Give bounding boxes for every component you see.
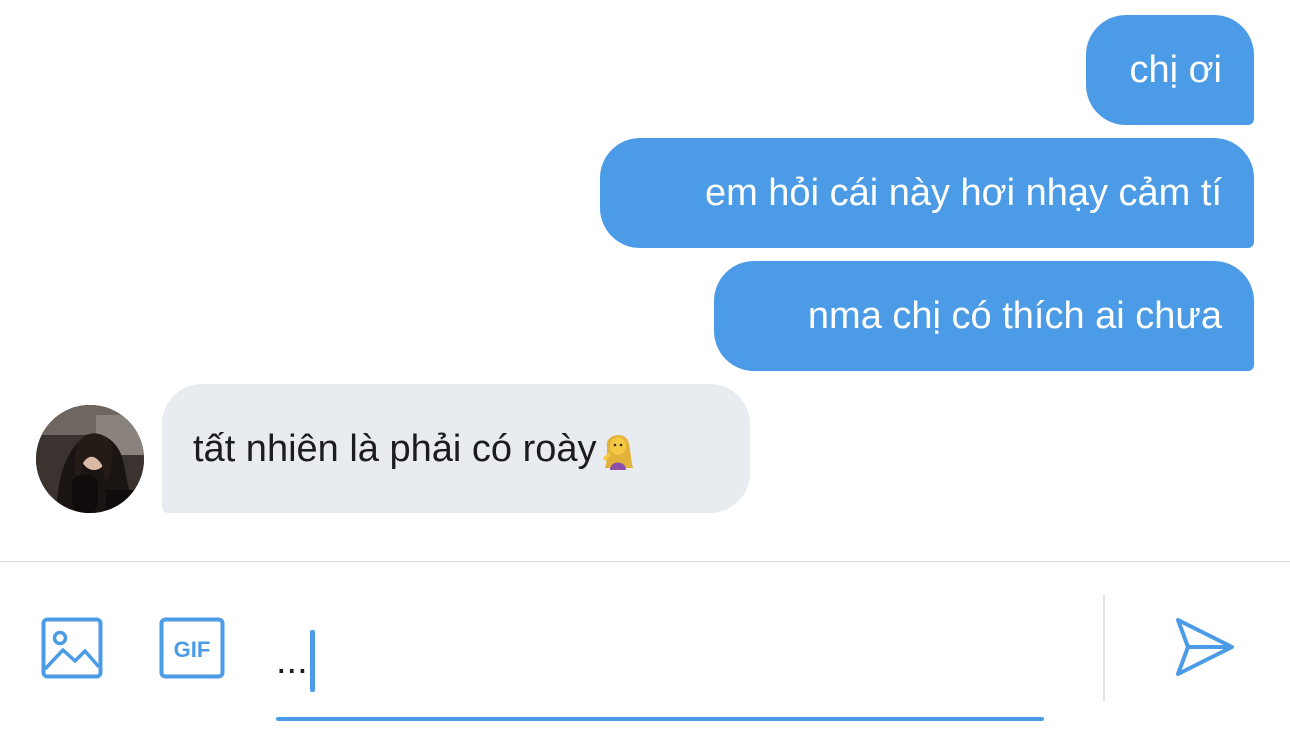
send-separator <box>1103 594 1105 702</box>
message-text: tất nhiên là phải có roày <box>193 427 597 470</box>
message-input[interactable]: ... <box>276 612 1044 722</box>
dm-conversation-screen: chị ơi em hỏi cái này hơi nhạy cảm tí nm… <box>0 0 1290 736</box>
gif-label: GIF <box>174 637 211 662</box>
image-icon <box>41 617 103 679</box>
message-input-value: ... <box>276 640 308 682</box>
outgoing-message-bubble[interactable]: chị ơi <box>1086 15 1254 125</box>
contact-avatar[interactable] <box>36 405 144 513</box>
add-image-button[interactable] <box>40 616 104 680</box>
text-caret <box>309 630 315 692</box>
incoming-message-bubble[interactable]: tất nhiên là phải có roày <box>162 384 750 513</box>
add-gif-button[interactable]: GIF <box>158 616 226 680</box>
outgoing-message-bubble[interactable]: em hỏi cái này hơi nhạy cảm tí <box>600 138 1254 248</box>
message-text: nma chị có thích ai chưa <box>807 295 1222 337</box>
outgoing-message-bubble[interactable]: nma chị có thích ai chưa <box>714 261 1254 371</box>
input-underline <box>276 717 1044 721</box>
send-button[interactable] <box>1172 614 1238 680</box>
gif-icon: GIF <box>159 617 225 679</box>
composer-divider <box>0 561 1290 562</box>
message-text: chị ơi <box>1129 49 1223 91</box>
send-icon <box>1176 618 1234 676</box>
woman-tipping-hand-icon <box>601 428 635 470</box>
message-text: em hỏi cái này hơi nhạy cảm tí <box>704 172 1222 214</box>
avatar-photo <box>36 405 144 513</box>
